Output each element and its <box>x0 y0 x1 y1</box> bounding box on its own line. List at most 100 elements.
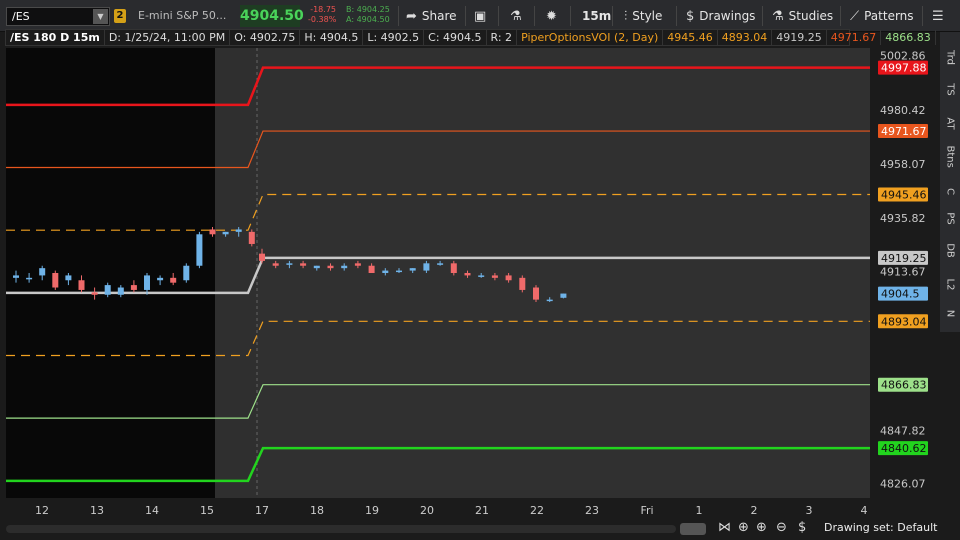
symbol-description: E-mini S&P 50... <box>138 9 227 22</box>
side-tab-label: AT <box>944 117 956 130</box>
side-tab-label: Btns <box>944 145 956 168</box>
price-tag-label: 4919.25 <box>881 252 927 265</box>
lab-button[interactable]: ⚗ <box>504 4 528 28</box>
side-tab-trd[interactable]: Trd <box>940 50 960 65</box>
candle-day2-body <box>272 263 279 266</box>
flask-icon: ⚗ <box>510 8 522 24</box>
price-tag-label: 4840.62 <box>881 442 927 455</box>
patterns-button[interactable]: ⟋ Patterns <box>844 4 920 28</box>
top-toolbar: /ES ▼ 2 E-mini S&P 50... 4904.50 -18.75 … <box>0 0 960 32</box>
side-tab-l2[interactable]: L2 <box>940 279 960 291</box>
price-tag-label: 4866.83 <box>881 379 927 392</box>
patterns-icon: ⟋ <box>850 8 860 24</box>
ask-value: A: 4904.50 <box>346 15 390 24</box>
current-session-shade <box>257 48 870 498</box>
candle-day2-body <box>478 275 485 277</box>
drawing-set-label[interactable]: Drawing set: Default <box>824 521 937 534</box>
chart-settings-button[interactable]: ▣ <box>468 4 492 28</box>
candle-day1-body <box>52 273 59 288</box>
drawings-button[interactable]: $ Drawings <box>680 4 761 28</box>
horizontal-scrollbar[interactable] <box>6 525 676 533</box>
divider <box>570 6 571 26</box>
symbol-input[interactable]: /ES ▼ <box>6 7 110 26</box>
info-open: O: 4902.75 <box>230 30 301 45</box>
info-range: R: 2 <box>487 30 518 45</box>
side-tab-c[interactable]: C <box>940 186 960 197</box>
chevron-down-icon[interactable]: ▼ <box>93 9 108 24</box>
x-tick-label: 3 <box>805 504 813 517</box>
bid-ask: B: 4904.25 A: 4904.50 <box>346 5 394 25</box>
candle-day1-body <box>183 265 190 281</box>
candle-day1-body <box>117 287 124 295</box>
price-chart[interactable]: 5002.86 4980.42 4958.07 4935.82 4913.67 4847.… <box>0 46 940 504</box>
change-percent: -0.38% <box>308 15 337 24</box>
y-tick-label: 4958.07 <box>880 158 926 171</box>
candle-day1-body <box>196 234 203 266</box>
chart-settings-icon: ▣ <box>474 8 487 24</box>
x-tick-label: 13 <box>90 504 104 517</box>
side-tab-ps[interactable]: PS <box>940 212 960 224</box>
candle-day1-body <box>13 275 19 278</box>
link-group-badge[interactable]: 2 <box>114 9 126 23</box>
price-tag-label: 4893.04 <box>881 315 927 328</box>
candle-day1-body <box>235 229 242 232</box>
divider <box>465 6 466 26</box>
info-value-1: 4945.46 <box>663 30 718 45</box>
x-tick-label: 18 <box>310 504 324 517</box>
side-tab-db[interactable]: DB <box>940 243 960 258</box>
zoom-in-icon[interactable]: ⊕ <box>756 520 767 535</box>
y-tick-label: 4980.42 <box>880 104 926 117</box>
gear-icon: ✹ <box>546 8 557 24</box>
menu-button[interactable]: ☰ <box>926 4 950 28</box>
expand-icon[interactable]: ⋈ <box>718 520 731 535</box>
candle-day1-body <box>26 277 33 280</box>
change-value: -18.75 <box>310 5 336 14</box>
side-tabs: Trd TS AT Btns C PS DB L2 N <box>940 32 960 332</box>
x-tick-label: 21 <box>475 504 489 517</box>
style-button[interactable]: ⫶ Style <box>618 4 668 28</box>
side-tab-label: DB <box>944 243 956 258</box>
crosshair-icon[interactable]: ⊕ <box>738 520 749 535</box>
candle-day1-body <box>248 231 255 244</box>
x-tick-label: 22 <box>530 504 544 517</box>
dollar-icon[interactable]: $ <box>798 520 806 535</box>
info-value-5: 4866.83 <box>881 30 936 45</box>
style-label: Style <box>632 9 663 23</box>
net-change: -18.75 -0.38% <box>308 5 336 25</box>
side-tab-label: PS <box>944 212 956 225</box>
side-tab-at[interactable]: AT <box>940 117 960 129</box>
x-tick-label: 17 <box>255 504 269 517</box>
share-button[interactable]: ➦ Share <box>400 4 463 28</box>
side-tab-ts[interactable]: TS <box>940 83 960 95</box>
info-value-4: 4971.67 <box>827 30 882 45</box>
share-icon: ➦ <box>406 8 417 24</box>
candle-day2-body <box>437 263 444 265</box>
info-date: D: 1/25/24, 11:00 PM <box>105 30 231 45</box>
zoom-out-icon[interactable]: ⊖ <box>776 520 787 535</box>
side-tab-label: N <box>944 309 956 318</box>
scrollbar-thumb[interactable] <box>680 523 706 535</box>
divider <box>612 6 613 26</box>
price-tag-label: 4904.5 <box>881 288 920 301</box>
timeframe-label: 15m <box>582 9 612 23</box>
settings-button[interactable]: ✹ <box>540 4 563 28</box>
divider <box>534 6 535 26</box>
divider <box>762 6 763 26</box>
chart-canvas[interactable]: 5002.864980.424958.074935.824913.674847.… <box>0 46 940 504</box>
side-tab-label: L2 <box>944 278 956 291</box>
candle-day2-body <box>368 265 375 273</box>
side-tab-btns[interactable]: Btns <box>940 146 960 168</box>
side-tab-label: C <box>944 188 956 195</box>
bid-value: B: 4904.25 <box>346 5 390 14</box>
price-tag-label: 4945.46 <box>881 188 927 201</box>
candle-day2-body <box>327 265 334 269</box>
studies-button[interactable]: ⚗ Studies <box>766 4 839 28</box>
side-tab-label: Trd <box>944 50 956 65</box>
candle-day1-body <box>91 292 98 295</box>
info-study[interactable]: PiperOptionsVOI (2, Day) <box>517 30 664 45</box>
candle-day2-body <box>313 265 320 269</box>
info-high: H: 4904.5 <box>300 30 364 45</box>
candle-day2-body <box>354 263 361 266</box>
side-tab-n[interactable]: N <box>940 308 960 319</box>
candle-day2-body <box>560 293 567 298</box>
